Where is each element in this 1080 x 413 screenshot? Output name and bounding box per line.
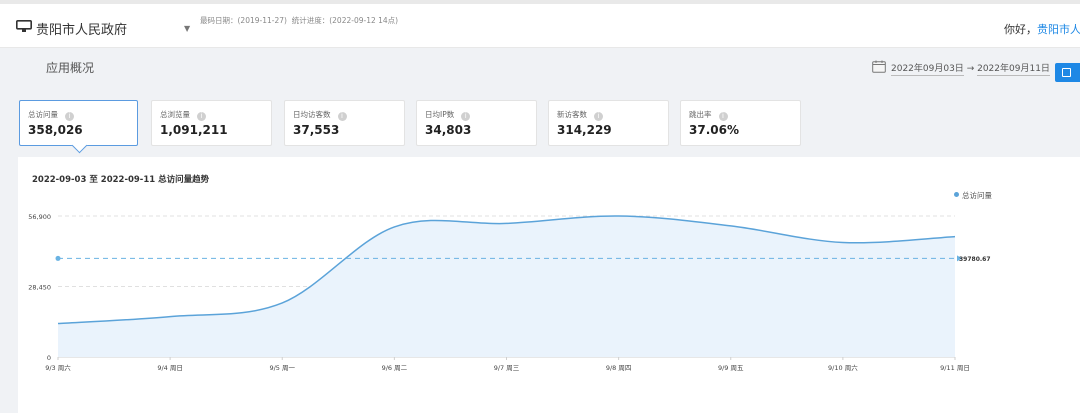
y-tick-label: 56,900	[28, 213, 51, 221]
metric-label: 总访问量 i	[28, 109, 74, 121]
date-range-picker[interactable]: 2022年09月03日 → 2022年09月11日	[891, 61, 1050, 76]
export-icon	[1062, 68, 1071, 77]
info-icon[interactable]: i	[718, 112, 728, 121]
date-end[interactable]: 2022年09月11日	[977, 64, 1050, 76]
x-tick-label: 9/10 周六	[828, 363, 858, 372]
y-tick-label: 28,450	[28, 284, 51, 292]
metric-label-text: 总访问量	[28, 110, 58, 119]
x-tick-label: 9/8 周四	[606, 364, 632, 372]
monitor-icon	[16, 20, 32, 32]
x-tick-label: 9/9 周五	[718, 364, 744, 372]
info-icon[interactable]: i	[65, 112, 74, 121]
x-tick-label: 9/4 周日	[157, 364, 183, 372]
info-icon[interactable]: i	[594, 112, 603, 121]
metric-value: 34,803	[425, 123, 472, 137]
info-icon[interactable]: i	[461, 112, 471, 121]
page-title: 应用概况	[46, 61, 95, 75]
date-arrow: →	[966, 64, 975, 74]
metric-card[interactable]: 新访客数 i 314,229	[548, 100, 669, 146]
metric-card[interactable]: 总访问量 i 358,026	[19, 100, 138, 146]
user-name-link[interactable]: 贵阳市人民	[1037, 23, 1080, 36]
info-icon[interactable]: i	[197, 112, 206, 121]
metric-card[interactable]: 日均访客数 i 37,553	[284, 100, 405, 146]
metric-label: 日均IP数 i	[425, 109, 471, 121]
calendar-icon[interactable]	[872, 60, 886, 73]
y-tick-label: 0	[47, 354, 51, 362]
greeting-text: 你好，	[1004, 23, 1037, 36]
x-tick-label: 9/3 周六	[45, 363, 71, 372]
metric-value: 37.06%	[689, 123, 739, 137]
average-label: 39780.67	[959, 256, 991, 263]
metric-label-text: 日均访客数	[293, 110, 331, 119]
x-tick-label: 9/5 周一	[269, 364, 295, 372]
metric-value: 358,026	[28, 123, 83, 137]
metric-label: 日均访客数 i	[293, 109, 347, 121]
date-start[interactable]: 2022年09月03日	[891, 64, 964, 76]
site-selector[interactable]: 贵阳市人民政府	[36, 19, 127, 38]
top-header: 贵阳市人民政府 ▼ 最码日期：(2019-11-27) 统计进度：(2022-0…	[0, 4, 1080, 48]
x-tick-label: 9/6 周二	[382, 364, 408, 372]
metric-value: 1,091,211	[160, 123, 228, 137]
metric-label: 跳出率 i	[689, 109, 728, 121]
metric-label-text: 跳出率	[689, 110, 712, 119]
stat-progress-label: 统计进度：(2022-09-12 14点)	[291, 16, 399, 25]
metric-value: 314,229	[557, 123, 612, 137]
metric-label-text: 总浏览量	[160, 110, 190, 119]
export-button[interactable]	[1055, 63, 1080, 82]
metric-label-text: 新访客数	[557, 110, 587, 119]
chevron-down-icon[interactable]: ▼	[184, 24, 190, 33]
trend-chart-card: 2022-09-03 至 2022-09-11 总访问量趋势 总访问量 0 28,…	[18, 157, 1080, 413]
x-tick-label: 9/11 周日	[940, 364, 970, 372]
meta-info: 最码日期：(2019-11-27) 统计进度：(2022-09-12 14点)	[200, 15, 398, 26]
metric-card[interactable]: 总浏览量 i 1,091,211	[151, 100, 272, 146]
metric-card[interactable]: 跳出率 i 37.06%	[680, 100, 801, 146]
metric-card[interactable]: 日均IP数 i 34,803	[416, 100, 537, 146]
trend-chart: 0 28,450 56,900 9/3 周六 9/4 周日 9/5 周一 9/6 周二 9/7…	[28, 213, 991, 372]
metric-label: 新访客数 i	[557, 109, 603, 121]
info-icon[interactable]: i	[337, 112, 347, 121]
x-tick-label: 9/7 周三	[494, 364, 520, 372]
metric-label: 总浏览量 i	[160, 109, 206, 121]
average-marker	[55, 255, 61, 261]
metric-label-text: 日均IP数	[425, 110, 455, 119]
last-update-label: 最码日期：(2019-11-27)	[200, 16, 287, 25]
metric-value: 37,553	[293, 123, 340, 137]
greeting: 你好，贵阳市人民	[1004, 21, 1080, 37]
